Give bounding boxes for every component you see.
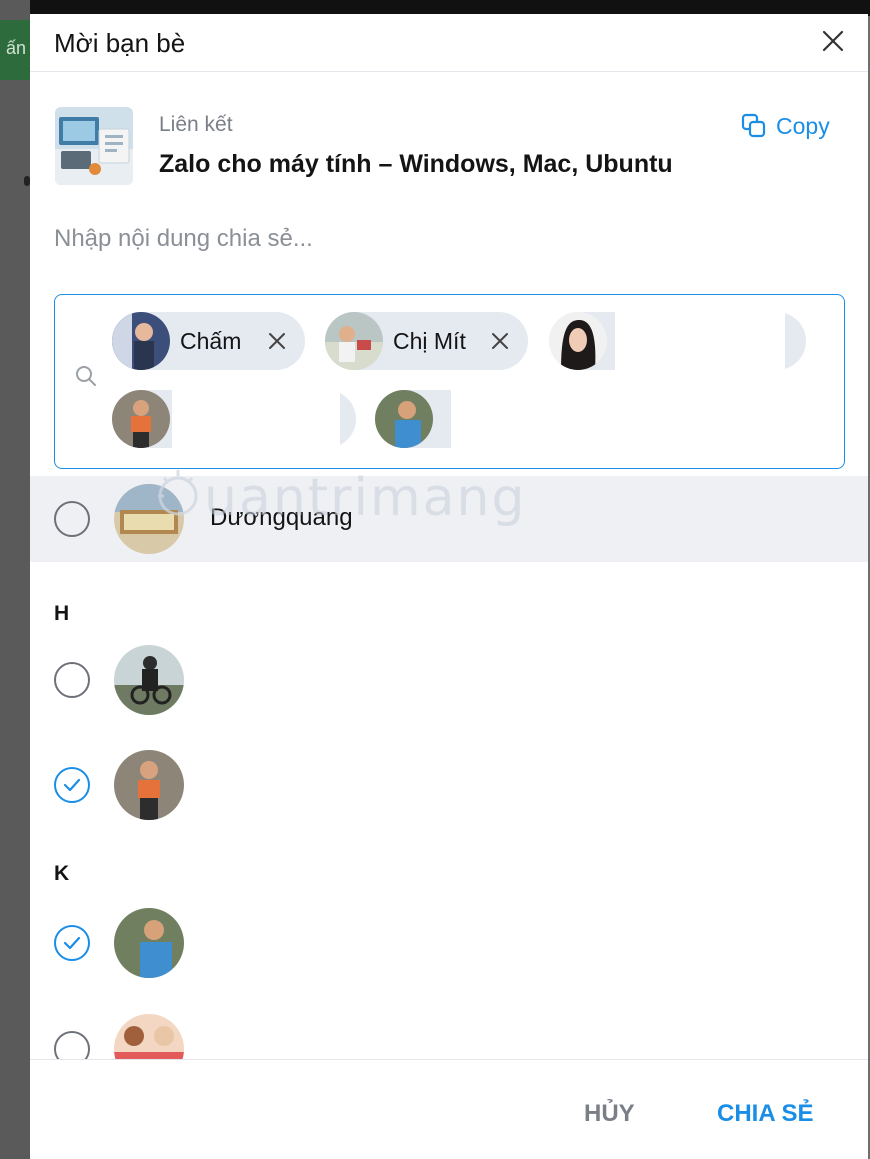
contact-row[interactable] bbox=[30, 730, 868, 820]
dialog-header: Mời bạn bè bbox=[30, 14, 868, 72]
dialog-title: Mời bạn bè bbox=[54, 28, 186, 58]
selected-chip[interactable] bbox=[375, 390, 567, 448]
avatar bbox=[325, 312, 383, 370]
contact-row[interactable]: Dươngquang bbox=[30, 476, 868, 562]
contact-radio[interactable] bbox=[54, 501, 90, 537]
contact-radio-checked[interactable] bbox=[54, 767, 90, 803]
avatar bbox=[549, 312, 607, 370]
selected-chip[interactable] bbox=[549, 312, 806, 370]
avatar bbox=[114, 1014, 184, 1059]
link-title: Zalo cho máy tính – Windows, Mac, Ubuntu bbox=[159, 150, 673, 178]
avatar bbox=[114, 750, 184, 820]
invite-friends-dialog: Mời bạn bè Liên kết Zalo cho máy tính – … bbox=[30, 14, 868, 1159]
cancel-button[interactable]: HỦY bbox=[584, 1100, 635, 1128]
link-caption: Liên kết bbox=[159, 113, 233, 136]
contact-name: Dươngquang bbox=[210, 504, 353, 531]
redacted-name bbox=[451, 390, 567, 448]
redacted-name bbox=[615, 312, 785, 370]
dialog-footer: HỦY CHIA SẺ bbox=[30, 1059, 868, 1159]
copy-label: Copy bbox=[776, 112, 830, 139]
copy-button[interactable]: Copy bbox=[740, 111, 830, 141]
background-app: ấn bbox=[0, 0, 30, 1159]
checkmark-icon bbox=[63, 778, 81, 792]
remove-chip-icon[interactable] bbox=[265, 329, 289, 353]
section-header: K bbox=[54, 862, 70, 885]
contact-radio[interactable] bbox=[54, 662, 90, 698]
redacted-name bbox=[172, 390, 340, 448]
recipient-selector[interactable]: Chấm Chị Mít bbox=[54, 294, 845, 469]
selected-chip[interactable]: Chấm bbox=[112, 312, 305, 370]
section-header: H bbox=[54, 602, 70, 625]
chip-name: Chị Mít bbox=[393, 327, 466, 354]
avatar bbox=[375, 390, 433, 448]
avatar bbox=[114, 908, 184, 978]
contact-radio-checked[interactable] bbox=[54, 925, 90, 961]
avatar bbox=[114, 645, 184, 715]
contact-row[interactable] bbox=[30, 626, 868, 715]
copy-icon bbox=[741, 113, 766, 138]
selected-chip[interactable] bbox=[112, 390, 356, 448]
contact-radio[interactable] bbox=[54, 1031, 90, 1059]
background-partial-text: ấn bbox=[6, 38, 27, 58]
selected-chip[interactable]: Chị Mít bbox=[325, 312, 528, 370]
search-icon bbox=[73, 363, 99, 389]
chip-name: Chấm bbox=[180, 327, 242, 354]
checkmark-icon bbox=[63, 936, 81, 950]
avatar bbox=[112, 390, 170, 448]
contact-row[interactable] bbox=[30, 994, 868, 1059]
share-button[interactable]: CHIA SẺ bbox=[717, 1100, 813, 1128]
link-thumbnail bbox=[55, 107, 133, 185]
avatar bbox=[114, 484, 184, 554]
remove-chip-icon[interactable] bbox=[488, 329, 512, 353]
close-icon[interactable] bbox=[818, 26, 848, 56]
contact-list: Dươngquang H K bbox=[30, 476, 868, 1059]
contact-row[interactable] bbox=[30, 890, 868, 978]
share-message-input[interactable] bbox=[54, 219, 814, 259]
avatar bbox=[112, 312, 170, 370]
